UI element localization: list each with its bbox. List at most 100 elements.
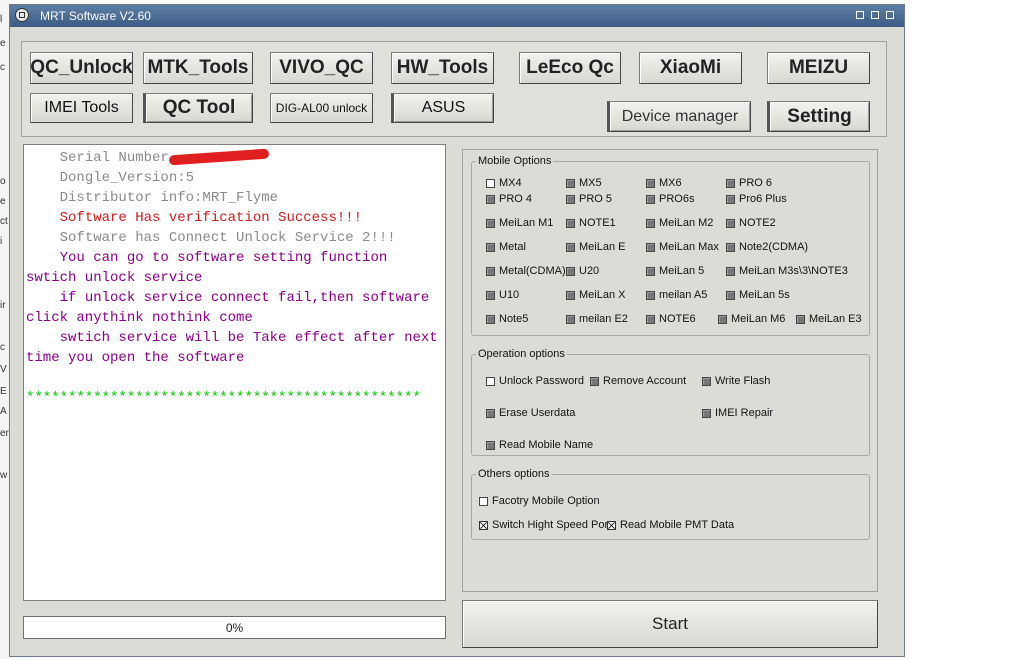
meizu-button[interactable]: MEIZU bbox=[767, 52, 870, 84]
mobile-option-item[interactable]: Note5 bbox=[486, 313, 528, 325]
minimize-icon[interactable] bbox=[856, 11, 864, 19]
log-line: Software Has verification Success!!! bbox=[26, 210, 363, 226]
mobile-option-item[interactable]: MeiLan M2 bbox=[646, 217, 713, 229]
mobile-option-item[interactable]: MX5 bbox=[566, 177, 602, 189]
mobile-option-item[interactable]: PRO 6 bbox=[726, 177, 772, 189]
checkbox[interactable] bbox=[702, 408, 711, 418]
checkbox[interactable] bbox=[566, 314, 575, 324]
device-manager-button[interactable]: Device manager bbox=[607, 101, 751, 132]
checkbox-checked[interactable] bbox=[479, 520, 488, 530]
checkbox[interactable] bbox=[646, 178, 655, 188]
mobile-option-item[interactable]: PRO 4 bbox=[486, 193, 532, 205]
checkbox[interactable] bbox=[486, 376, 495, 386]
mobile-option-item[interactable]: U20 bbox=[566, 265, 599, 277]
mtk-tools-button[interactable]: MTK_Tools bbox=[143, 52, 253, 84]
checkbox[interactable] bbox=[486, 408, 495, 418]
mobile-option-item[interactable]: meilan A5 bbox=[646, 289, 707, 301]
mobile-option-item[interactable]: Metal bbox=[486, 241, 526, 253]
mobile-option-item[interactable]: MeiLan E bbox=[566, 241, 625, 253]
checkbox[interactable] bbox=[486, 314, 495, 324]
checkbox[interactable] bbox=[486, 290, 495, 300]
checkbox[interactable] bbox=[646, 266, 655, 276]
mobile-option-item[interactable]: PRO 5 bbox=[566, 193, 612, 205]
option-imei-repair[interactable]: IMEI Repair bbox=[702, 407, 773, 419]
checkbox[interactable] bbox=[718, 314, 727, 324]
mobile-option-item[interactable]: MX6 bbox=[646, 177, 682, 189]
checkbox[interactable] bbox=[726, 218, 735, 228]
mobile-option-item[interactable]: MeiLan X bbox=[566, 289, 625, 301]
checkbox[interactable] bbox=[646, 242, 655, 252]
checkbox[interactable] bbox=[726, 266, 735, 276]
setting-button[interactable]: Setting bbox=[767, 101, 870, 132]
edge-letter: A bbox=[0, 406, 7, 417]
checkbox[interactable] bbox=[726, 178, 735, 188]
option-remove-account[interactable]: Remove Account bbox=[590, 375, 686, 387]
checkbox[interactable] bbox=[646, 290, 655, 300]
checkbox[interactable] bbox=[566, 194, 575, 204]
checkbox[interactable] bbox=[566, 266, 575, 276]
checkbox-checked[interactable] bbox=[607, 520, 616, 530]
option-factory-mobile[interactable]: Facotry Mobile Option bbox=[479, 495, 600, 507]
vivo-qc-button[interactable]: VIVO_QC bbox=[270, 52, 373, 84]
dig-al00-unlock-button[interactable]: DIG-AL00 unlock bbox=[270, 93, 373, 123]
option-switch-high-speed-port[interactable]: Switch Hight Speed Por bbox=[479, 519, 608, 531]
checkbox[interactable] bbox=[486, 218, 495, 228]
qc-tool-button[interactable]: QC Tool bbox=[143, 93, 253, 123]
option-read-mobile-pmt-data[interactable]: Read Mobile PMT Data bbox=[607, 519, 734, 531]
imei-tools-button[interactable]: IMEI Tools bbox=[30, 93, 133, 123]
checkbox[interactable] bbox=[486, 178, 495, 188]
checkbox[interactable] bbox=[486, 194, 495, 204]
checkbox[interactable] bbox=[566, 242, 575, 252]
checkbox[interactable] bbox=[796, 314, 805, 324]
title-bar[interactable]: MRT Software V2.60 bbox=[10, 5, 904, 27]
option-unlock-password[interactable]: Unlock Password bbox=[486, 375, 584, 387]
checkbox[interactable] bbox=[726, 290, 735, 300]
mobile-option-item[interactable]: MeiLan M6 bbox=[718, 313, 785, 325]
edge-letter: c bbox=[0, 342, 5, 353]
mobile-option-item[interactable]: U10 bbox=[486, 289, 519, 301]
start-button[interactable]: Start bbox=[462, 600, 878, 648]
checkbox[interactable] bbox=[566, 178, 575, 188]
option-write-flash[interactable]: Write Flash bbox=[702, 375, 770, 387]
checkbox[interactable] bbox=[646, 194, 655, 204]
option-erase-userdata[interactable]: Erase Userdata bbox=[486, 407, 575, 419]
mobile-option-item[interactable]: MeiLan 5s bbox=[726, 289, 790, 301]
mobile-option-item[interactable]: NOTE1 bbox=[566, 217, 616, 229]
mobile-option-item[interactable]: MeiLan E3 bbox=[796, 313, 862, 325]
maximize-icon[interactable] bbox=[871, 11, 879, 19]
checkbox[interactable] bbox=[590, 376, 599, 386]
mobile-option-item[interactable]: Metal(CDMA) bbox=[486, 265, 566, 277]
xiaomi-button[interactable]: XiaoMi bbox=[639, 52, 742, 84]
mobile-option-item[interactable]: PRO6s bbox=[646, 193, 694, 205]
mobile-option-item[interactable]: Note2(CDMA) bbox=[726, 241, 808, 253]
mobile-option-item[interactable]: MX4 bbox=[486, 177, 522, 189]
mobile-option-item[interactable]: MeiLan M1 bbox=[486, 217, 553, 229]
checkbox[interactable] bbox=[486, 266, 495, 276]
mobile-option-item[interactable]: meilan E2 bbox=[566, 313, 628, 325]
checkbox[interactable] bbox=[486, 242, 495, 252]
hw-tools-button[interactable]: HW_Tools bbox=[391, 52, 494, 84]
qc-unlock-button[interactable]: QC_Unlock bbox=[30, 52, 133, 84]
log-line: if unlock service connect fail,then soft… bbox=[26, 290, 438, 326]
checkbox[interactable] bbox=[646, 218, 655, 228]
checkbox[interactable] bbox=[726, 194, 735, 204]
checkbox[interactable] bbox=[646, 314, 655, 324]
leeco-qc-button[interactable]: LeEco Qc bbox=[519, 52, 621, 84]
log-line: Distributor info:MRT_Flyme bbox=[26, 190, 279, 206]
option-read-mobile-name[interactable]: Read Mobile Name bbox=[486, 439, 593, 451]
mobile-option-item[interactable]: MeiLan M3s\3\NOTE3 bbox=[726, 265, 848, 277]
checkbox[interactable] bbox=[702, 376, 711, 386]
mobile-option-item[interactable]: NOTE2 bbox=[726, 217, 776, 229]
asus-button[interactable]: ASUS bbox=[391, 93, 494, 123]
mobile-option-item[interactable]: Pro6 Plus bbox=[726, 193, 787, 205]
mobile-option-item[interactable]: MeiLan 5 bbox=[646, 265, 704, 277]
checkbox[interactable] bbox=[566, 218, 575, 228]
checkbox[interactable] bbox=[726, 242, 735, 252]
checkbox[interactable] bbox=[479, 496, 488, 506]
close-icon[interactable] bbox=[886, 11, 894, 19]
mobile-option-item[interactable]: NOTE6 bbox=[646, 313, 696, 325]
mobile-option-item[interactable]: MeiLan Max bbox=[646, 241, 719, 253]
checkbox[interactable] bbox=[486, 440, 495, 450]
checkbox[interactable] bbox=[566, 290, 575, 300]
edge-letter: ct bbox=[0, 216, 8, 227]
